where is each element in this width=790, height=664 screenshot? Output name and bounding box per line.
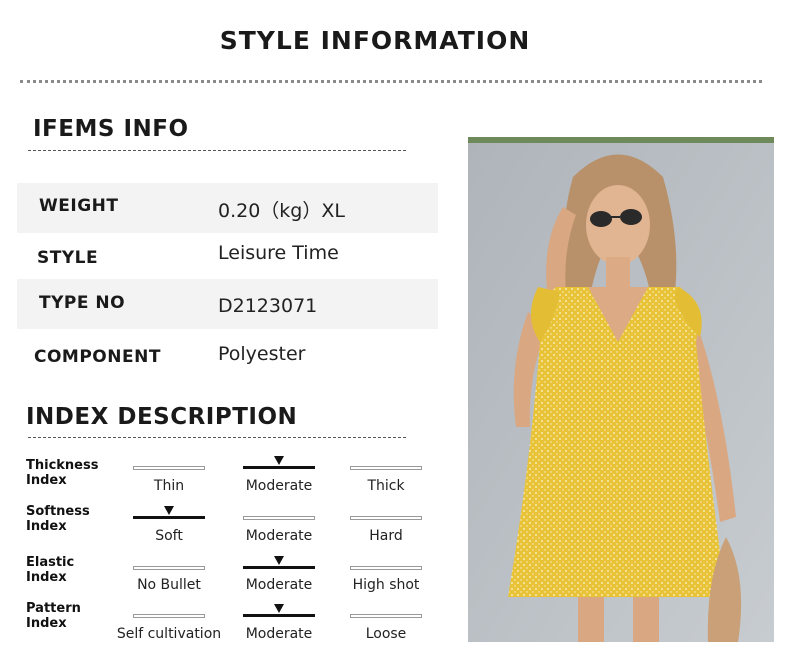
page-title: STYLE INFORMATION [219,26,531,55]
type-no-label: TYPE NO [39,293,126,313]
index-scale-segment [133,566,205,570]
index-scale-segment [350,614,422,618]
index-option-label: Moderate [245,478,313,494]
title-divider [20,80,762,83]
index-label: Elastic Index [26,555,74,585]
index-label-line1: Softness [26,504,90,519]
selected-marker-icon [164,506,174,515]
index-scale-segment-selected [243,614,315,617]
index-label-line1: Thickness [26,458,99,473]
index-option-label: Thick [367,478,405,494]
index-option-label: Loose [365,626,407,642]
index-option-label: Hard [369,528,403,544]
index-scale-segment-selected [243,466,315,469]
index-option-label: No Bullet [137,577,201,593]
index-description-heading: INDEX DESCRIPTION [26,404,298,430]
product-photo [468,137,774,642]
index-option-label: Moderate [245,577,313,593]
index-option-label: Moderate [245,626,313,642]
index-option-label: Self cultivation [116,626,222,642]
index-option-label: High shot [352,577,420,593]
index-label-line2: Index [26,473,67,488]
items-info-divider [28,150,406,151]
info-row-style: STYLE Leisure Time [17,233,438,283]
weight-value: 0.20（kg）XL [218,200,345,222]
info-row-weight: WEIGHT 0.20（kg）XL [17,183,438,233]
index-description-divider [28,437,406,438]
index-label: Softness Index [26,504,90,534]
index-option-label: Thin [153,478,185,494]
index-label-line1: Elastic [26,555,75,570]
type-no-value: D2123071 [218,295,318,317]
model-photo-illustration [468,137,774,642]
index-scale-segment [133,466,205,470]
index-scale-segment [243,516,315,520]
items-info-heading: IFEMS INFO [33,116,189,142]
index-option-label: Moderate [245,528,313,544]
style-value: Leisure Time [218,242,339,264]
index-scale-segment-selected [243,566,315,569]
index-scale-segment-selected [133,516,205,519]
index-scale-segment [133,614,205,618]
info-row-type-no: TYPE NO D2123071 [17,279,438,329]
info-row-component: COMPONENT Polyester [17,331,438,381]
component-label: COMPONENT [34,347,161,367]
index-option-label: Soft [155,528,183,544]
selected-marker-icon [274,604,284,613]
index-label-line2: Index [26,570,67,585]
index-scale-segment [350,516,422,520]
component-value: Polyester [218,343,306,365]
index-label-line1: Pattern [26,601,81,616]
selected-marker-icon [274,556,284,565]
index-scale-segment [350,566,422,570]
index-scale-segment [350,466,422,470]
selected-marker-icon [274,456,284,465]
index-label: Thickness Index [26,458,98,488]
index-label: Pattern Index [26,601,81,631]
style-label: STYLE [37,248,99,268]
weight-label: WEIGHT [39,196,119,216]
index-label-line2: Index [26,616,67,631]
index-label-line2: Index [26,519,67,534]
